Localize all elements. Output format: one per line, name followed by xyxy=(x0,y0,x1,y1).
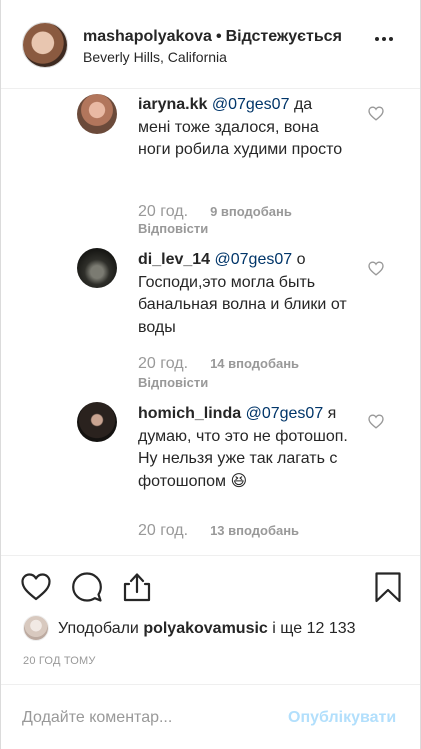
post-comment-button[interactable]: Опублікувати xyxy=(288,709,396,727)
mention-link[interactable]: @07ges07 xyxy=(215,251,293,268)
likes-summary: Уподобали polyakovamusic і ще 12 133 xyxy=(58,620,356,638)
comment-like-heart-icon[interactable] xyxy=(368,261,384,276)
comment-input[interactable] xyxy=(22,707,272,729)
likes-prefix: Уподобали xyxy=(58,620,139,637)
post-panel: mashapolyakova • Відстежується Beverly Hil… xyxy=(0,0,421,749)
comment-like-heart-icon[interactable] xyxy=(368,414,384,429)
comment-like-heart-icon[interactable] xyxy=(368,106,384,121)
commenter-avatar[interactable] xyxy=(77,248,117,288)
reply-button[interactable]: Відповісти xyxy=(138,221,208,236)
comment-icon[interactable] xyxy=(71,571,103,603)
commenter-username[interactable]: homich_linda xyxy=(138,405,241,422)
actions-divider xyxy=(1,555,420,556)
commenter-avatar[interactable] xyxy=(77,94,117,134)
comment-time: 20 год. xyxy=(138,203,189,220)
likes-count-link[interactable]: і ще 12 133 xyxy=(272,620,355,637)
comment-meta: 20 год. 9 вподобань xyxy=(138,203,292,221)
commenter-username[interactable]: iaryna.kk xyxy=(138,96,207,113)
comment-meta: 20 год. 13 вподобань xyxy=(138,522,299,540)
post-header: mashapolyakova • Відстежується Beverly Hil… xyxy=(1,0,420,89)
mention-link[interactable]: @07ges07 xyxy=(212,96,290,113)
reply-button[interactable]: Відповісти xyxy=(138,375,208,390)
heart-icon[interactable] xyxy=(20,571,52,603)
author-line: mashapolyakova • Відстежується xyxy=(83,28,342,46)
post-timestamp[interactable]: 20 ГОД ТОМУ xyxy=(23,655,96,667)
add-comment-bar: Опублікувати xyxy=(1,684,420,749)
comment-text: di_lev_14 @07ges07 о Господи,это могла б… xyxy=(138,249,348,339)
share-icon[interactable] xyxy=(121,571,153,603)
comment-time: 20 год. xyxy=(138,522,189,539)
more-dots-icon[interactable] xyxy=(375,36,393,42)
separator-dot: • xyxy=(215,28,222,45)
comment-text: homich_linda @07ges07 я думаю, что это н… xyxy=(138,403,348,493)
mention-link[interactable]: @07ges07 xyxy=(246,405,324,422)
liker-username[interactable]: polyakovamusic xyxy=(143,620,268,637)
liker-avatar[interactable] xyxy=(23,615,49,641)
follow-status-button[interactable]: Відстежується xyxy=(226,28,342,45)
comment-meta: 20 год. 14 вподобань xyxy=(138,355,299,373)
comment-text: iaryna.kk @07ges07 да мені тоже здалося,… xyxy=(138,94,348,162)
author-username[interactable]: mashapolyakova xyxy=(83,28,212,45)
comment-likes-count[interactable]: 14 вподобань xyxy=(210,356,299,371)
commenter-avatar[interactable] xyxy=(77,402,117,442)
location-link[interactable]: Beverly Hills, California xyxy=(83,49,227,65)
bookmark-icon[interactable] xyxy=(372,571,404,603)
comment-likes-count[interactable]: 9 вподобань xyxy=(210,204,292,219)
comment-likes-count[interactable]: 13 вподобань xyxy=(210,523,299,538)
comment-time: 20 год. xyxy=(138,355,189,372)
author-avatar[interactable] xyxy=(22,22,68,68)
commenter-username[interactable]: di_lev_14 xyxy=(138,251,210,268)
comments-list[interactable]: iaryna.kk @07ges07 да мені тоже здалося,… xyxy=(1,90,420,554)
